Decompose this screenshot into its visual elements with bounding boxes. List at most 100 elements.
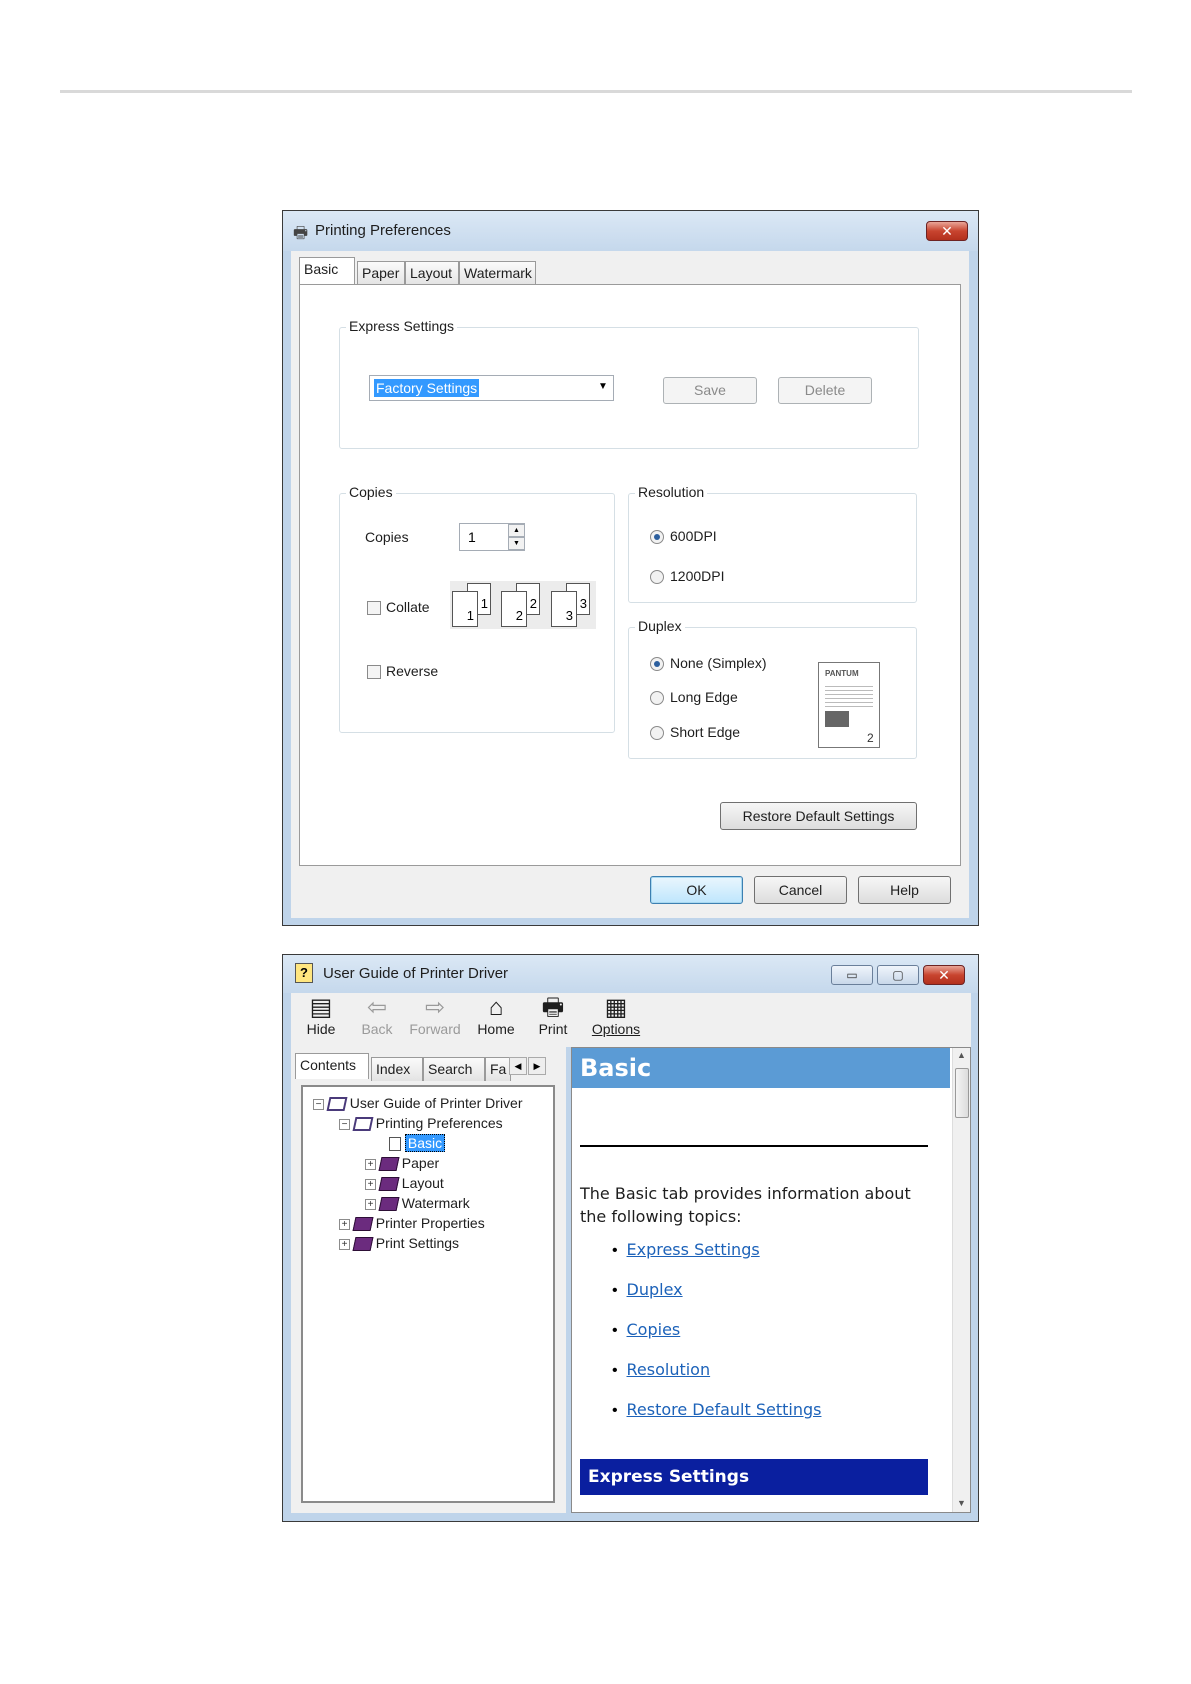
hide-button[interactable]: ▤ Hide [299,995,343,1038]
dialog-client-area: Basic Paper Layout Watermark Express Set… [291,251,969,918]
expand-icon[interactable]: + [365,1178,376,1190]
tab-paper[interactable]: Paper [357,261,405,285]
tab-scroll-left-icon[interactable]: ◀ [509,1057,527,1075]
collate-page-number: 3 [579,596,587,611]
printing-preferences-dialog: 🖶 Printing Preferences ✕ Basic Paper Lay… [282,210,979,926]
guide-title: User Guide of Printer Driver [323,965,509,982]
stepper-up-icon[interactable]: ▲ [508,524,525,537]
preview-brand-text: PANTUM [825,669,859,678]
tab-contents[interactable]: Contents [295,1053,369,1079]
user-guide-window: ? User Guide of Printer Driver ▭ ▢ ✕ ▤ H… [282,954,979,1522]
tab-index[interactable]: Index [371,1057,423,1081]
tree-item-basic[interactable]: Basic [389,1133,446,1153]
list-item: • Resolution [612,1360,711,1379]
options-button[interactable]: ▦ Options [587,994,645,1038]
expand-icon[interactable]: + [339,1238,350,1250]
collate-page-front: 2 [501,591,527,627]
tab-search[interactable]: Search [423,1057,485,1081]
save-button[interactable]: Save [663,377,757,404]
cancel-button[interactable]: Cancel [754,876,847,904]
collate-page-front: 1 [452,591,478,627]
guide-titlebar[interactable]: ? User Guide of Printer Driver ▭ ▢ ✕ [283,955,978,993]
reverse-checkbox[interactable] [367,665,381,679]
expand-icon[interactable]: + [365,1158,376,1170]
book-icon [352,1217,374,1232]
dialog-title: Printing Preferences [315,222,451,239]
express-settings-select[interactable]: Factory Settings ▼ [369,375,614,401]
restore-default-settings-link[interactable]: Restore Default Settings [627,1400,822,1419]
back-label: Back [361,1021,393,1037]
copies-link[interactable]: Copies [627,1320,681,1339]
contents-tree: − User Guide of Printer Driver − Printin… [301,1085,555,1503]
collapse-icon[interactable]: − [313,1098,324,1110]
tree-item-label: Watermark [401,1195,470,1211]
collate-illustration: 1 1 2 2 3 3 [450,581,596,629]
duplex-none-radio[interactable] [650,657,664,671]
tree-item-print-settings[interactable]: + Print Settings [339,1233,459,1253]
duplex-long-edge-radio[interactable] [650,691,664,705]
tab-basic[interactable]: Basic [299,257,355,285]
scroll-up-icon[interactable]: ▲ [957,1050,966,1060]
tab-favorites[interactable]: Fa [485,1057,511,1081]
tree-item-watermark[interactable]: + Watermark [365,1193,470,1213]
print-label: Print [538,1021,568,1037]
express-settings-link[interactable]: Express Settings [627,1240,760,1259]
tab-layout[interactable]: Layout [405,261,459,285]
home-icon: ⌂ [488,994,504,1021]
scroll-down-icon[interactable]: ▼ [957,1498,966,1508]
ok-button[interactable]: OK [650,876,743,904]
tree-item-printing-preferences[interactable]: − Printing Preferences [339,1113,503,1133]
tree-item-label: User Guide of Printer Driver [349,1095,523,1111]
vertical-scrollbar[interactable]: ▲ ▼ [952,1048,970,1512]
resolution-600dpi-radio[interactable] [650,530,664,544]
restore-default-settings-button[interactable]: Restore Default Settings [720,802,917,830]
resolution-link[interactable]: Resolution [627,1360,711,1379]
tab-watermark[interactable]: Watermark [459,261,536,285]
forward-button[interactable]: ⇨ Forward [403,995,467,1038]
resolution-600dpi-label: 600DPI [670,528,717,544]
collate-page-number: 2 [529,596,537,611]
duplex-link[interactable]: Duplex [627,1280,683,1299]
forward-label: Forward [409,1021,461,1037]
chevron-down-icon[interactable]: ▼ [598,381,608,392]
close-button[interactable]: ✕ [923,965,965,985]
duplex-short-edge-radio[interactable] [650,726,664,740]
list-item: • Restore Default Settings [612,1400,822,1419]
duplex-preview-image: PANTUM 2 [818,662,880,748]
scroll-thumb[interactable] [955,1068,969,1118]
tab-scroll-right-icon[interactable]: ▶ [528,1057,546,1075]
help-book-icon: ? [295,963,313,983]
copies-value[interactable]: 1 [468,529,476,545]
tree-item-root[interactable]: − User Guide of Printer Driver [313,1093,523,1113]
home-button[interactable]: ⌂ Home [473,994,519,1038]
maximize-button[interactable]: ▢ [877,965,919,985]
print-button[interactable]: 🖶 Print [531,995,575,1038]
tree-item-label: Print Settings [375,1235,460,1251]
help-button[interactable]: Help [858,876,951,904]
minimize-button[interactable]: ▭ [831,965,873,985]
expand-icon[interactable]: + [365,1198,376,1210]
tree-item-label: Printer Properties [375,1215,485,1231]
resolution-1200dpi-radio[interactable] [650,570,664,584]
copies-stepper[interactable]: 1 ▲ ▼ [459,523,525,551]
topic-divider [580,1145,928,1147]
collate-page-number: 1 [480,596,488,611]
tree-item-label: Basic [404,1134,446,1152]
resolution-group [628,493,917,603]
expand-icon[interactable]: + [339,1218,350,1230]
options-icon: ▦ [604,994,628,1021]
dialog-titlebar[interactable]: 🖶 Printing Preferences ✕ [283,211,978,251]
back-button[interactable]: ⇦ Back [355,995,399,1038]
list-item: • Duplex [612,1280,683,1299]
delete-button[interactable]: Delete [778,377,872,404]
stepper-down-icon[interactable]: ▼ [508,537,525,550]
resolution-group-label: Resolution [635,484,708,500]
tree-item-layout[interactable]: + Layout [365,1173,444,1193]
tree-item-paper[interactable]: + Paper [365,1153,439,1173]
topic-intro: The Basic tab provides information about… [580,1184,911,1226]
tree-item-printer-properties[interactable]: + Printer Properties [339,1213,485,1233]
collapse-icon[interactable]: − [339,1118,350,1130]
close-button[interactable]: ✕ [926,221,968,241]
collate-checkbox[interactable] [367,601,381,615]
basic-tab-panel: Express Settings Factory Settings ▼ Save… [299,284,961,866]
